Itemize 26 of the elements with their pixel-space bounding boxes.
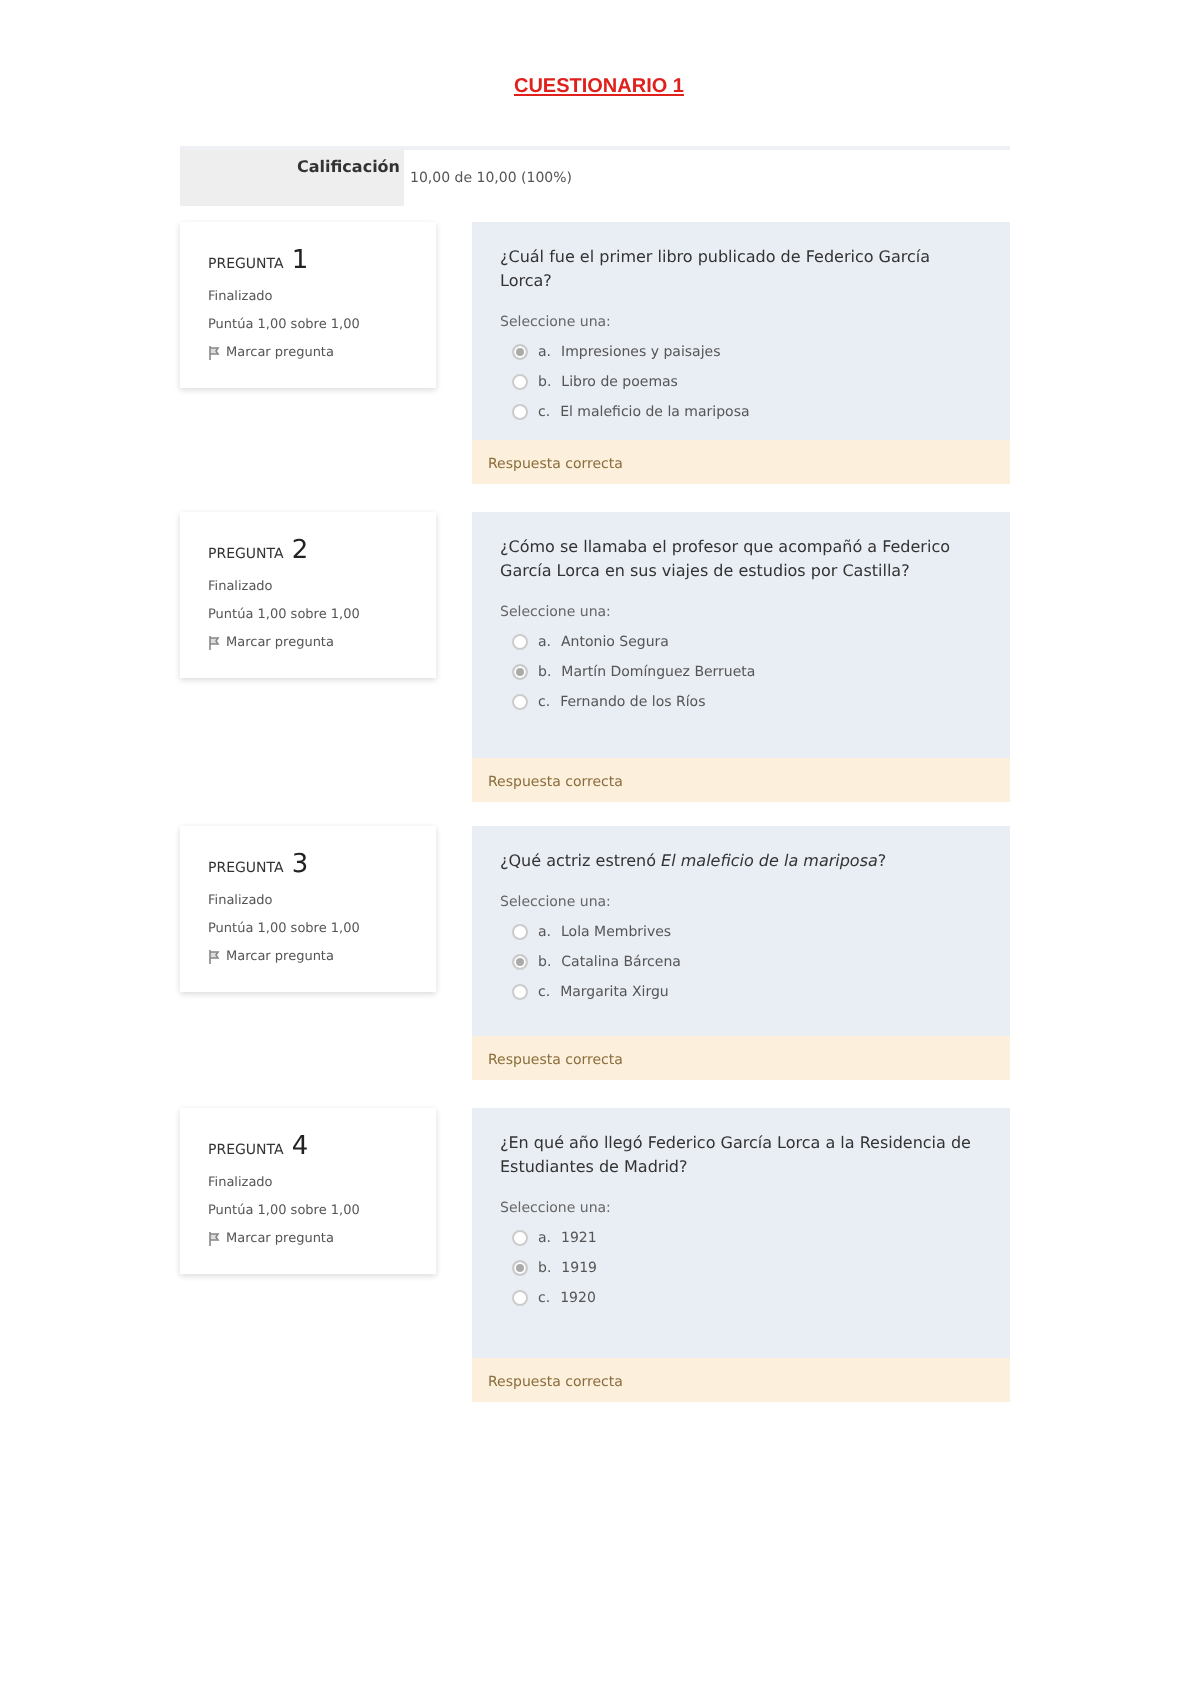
page-title: CUESTIONARIO 1: [511, 76, 686, 98]
radio-button[interactable]: [512, 404, 528, 420]
radio-button[interactable]: [512, 694, 528, 710]
question-text: ¿Cómo se llamaba el profesor que acompañó a Federico García Lorca en sus viajes de estudios por Castilla?: [500, 536, 952, 584]
radio-button[interactable]: [512, 984, 528, 1000]
radio-button[interactable]: [512, 664, 528, 680]
radio-button[interactable]: [512, 924, 528, 940]
radio-button[interactable]: [512, 1260, 528, 1276]
question-number: 2: [291, 536, 309, 566]
flag-icon: [208, 1231, 220, 1245]
question-number: 1: [291, 246, 309, 276]
radio-button[interactable]: [512, 344, 528, 360]
question-number: 3: [291, 850, 309, 880]
question-text: ¿Cuál fue el primer libro publicado de Federico García Lorca?: [500, 246, 933, 294]
grade-label: Calificación: [180, 150, 404, 206]
radio-button[interactable]: [512, 1230, 528, 1246]
flag-icon: [208, 345, 220, 359]
radio-button[interactable]: [512, 1290, 528, 1306]
question-text: ¿En qué año llegó Federico García Lorca a la Residencia de Estudiantes de Madrid?: [500, 1132, 973, 1180]
question-text: ¿Qué actriz estrenó El maleficio de la mariposa?: [500, 850, 889, 874]
flag-icon: [208, 635, 220, 649]
question-number: 4: [291, 1132, 309, 1162]
radio-button[interactable]: [512, 374, 528, 390]
radio-button[interactable]: [512, 634, 528, 650]
flag-icon: [208, 949, 220, 963]
radio-button[interactable]: [512, 954, 528, 970]
